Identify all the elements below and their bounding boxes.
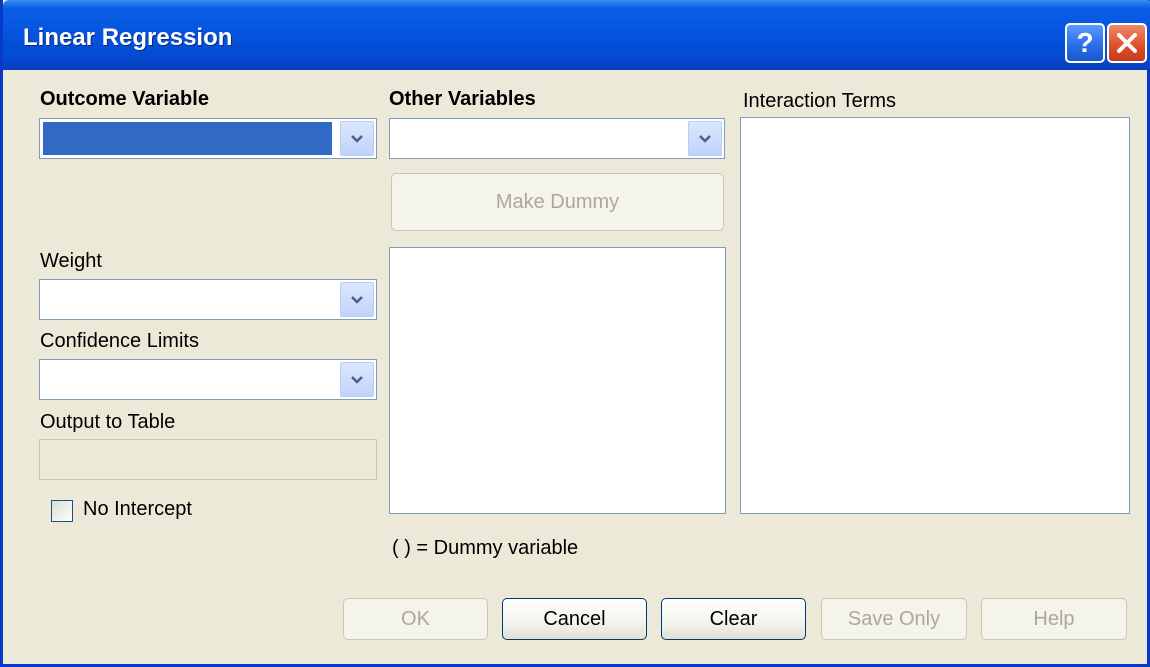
weight-dropdown[interactable] bbox=[39, 279, 377, 320]
output-to-table-field[interactable] bbox=[39, 439, 377, 480]
ok-button[interactable]: OK bbox=[343, 598, 488, 640]
clear-button[interactable]: Clear bbox=[661, 598, 806, 640]
title-bar[interactable]: Linear Regression ? bbox=[3, 0, 1150, 70]
no-intercept-checkbox[interactable] bbox=[51, 500, 73, 522]
confidence-limits-label: Confidence Limits bbox=[40, 330, 199, 352]
interaction-terms-label: Interaction Terms bbox=[743, 90, 897, 112]
help-button[interactable]: Help bbox=[981, 598, 1127, 640]
confidence-limits-dropdown[interactable] bbox=[39, 359, 377, 400]
dummy-variable-note: ( ) = Dummy variable bbox=[392, 537, 579, 559]
outcome-variable-dropdown[interactable] bbox=[39, 118, 377, 159]
help-icon[interactable]: ? bbox=[1065, 23, 1105, 63]
question-mark-icon: ? bbox=[1076, 27, 1094, 58]
window-title: Linear Regression bbox=[23, 24, 233, 51]
chevron-down-icon[interactable] bbox=[340, 282, 374, 317]
weight-label: Weight bbox=[40, 250, 102, 272]
weight-value bbox=[43, 283, 332, 316]
other-variables-label: Other Variables bbox=[389, 88, 536, 110]
interaction-terms-list[interactable] bbox=[740, 117, 1130, 514]
linear-regression-dialog: Linear Regression ? Outcome Variable Wei… bbox=[0, 0, 1150, 667]
cancel-button[interactable]: Cancel bbox=[502, 598, 647, 640]
save-only-button[interactable]: Save Only bbox=[821, 598, 967, 640]
other-variables-list[interactable] bbox=[389, 247, 726, 514]
chevron-down-icon[interactable] bbox=[340, 121, 374, 156]
output-to-table-label: Output to Table bbox=[40, 411, 176, 433]
other-variables-value bbox=[393, 122, 680, 155]
chevron-down-icon[interactable] bbox=[688, 121, 722, 156]
make-dummy-button[interactable]: Make Dummy bbox=[391, 173, 724, 231]
close-icon[interactable] bbox=[1107, 23, 1147, 63]
other-variables-dropdown[interactable] bbox=[389, 118, 725, 159]
x-mark-icon bbox=[1117, 33, 1137, 53]
outcome-variable-label: Outcome Variable bbox=[40, 88, 209, 110]
chevron-down-icon[interactable] bbox=[340, 362, 374, 397]
no-intercept-label: No Intercept bbox=[83, 498, 192, 520]
dialog-body: Outcome Variable Weight Confidence Limit… bbox=[3, 70, 1147, 664]
outcome-variable-value bbox=[43, 122, 332, 155]
confidence-limits-value bbox=[43, 363, 332, 396]
